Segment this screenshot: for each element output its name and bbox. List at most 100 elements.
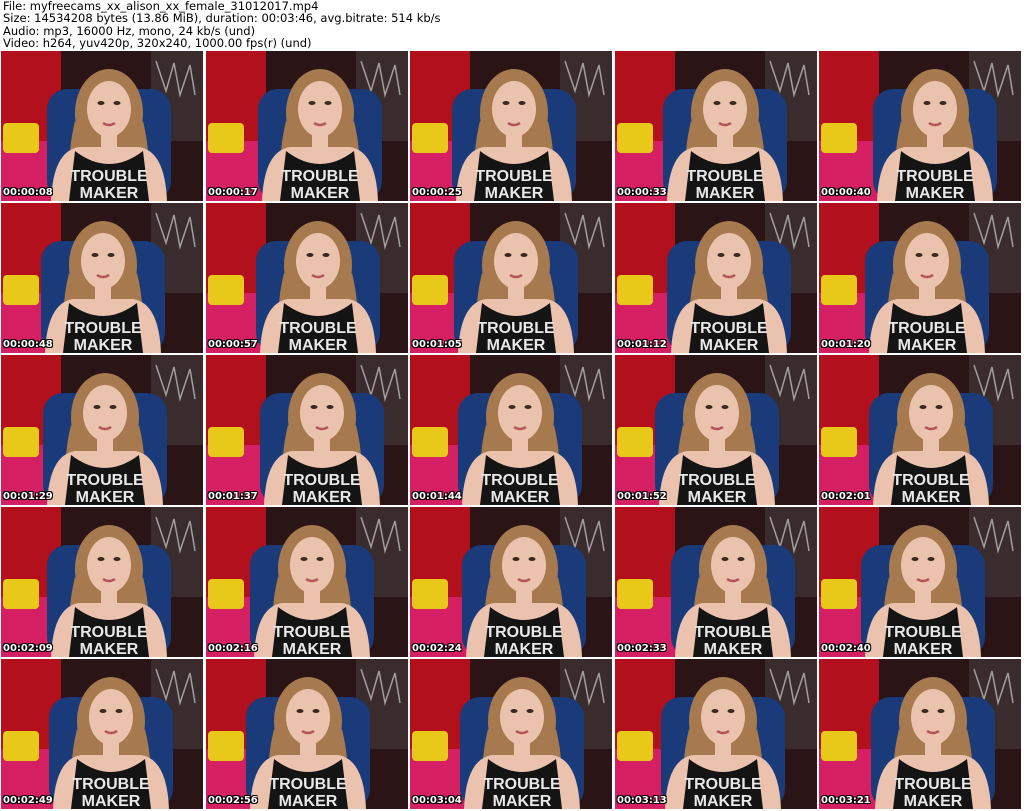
- thumbnail-timestamp: 00:01:12: [617, 339, 667, 350]
- shirt-print-line1: TROUBLE: [273, 624, 351, 641]
- thumbnail-timestamp: 00:01:29: [3, 491, 53, 502]
- frame-scene: TROUBLEMAKER: [1, 355, 203, 505]
- shirt-print-line2: MAKER: [491, 489, 550, 505]
- frame-scene: TROUBLEMAKER: [1, 51, 203, 201]
- shirt-print-line2: MAKER: [82, 793, 141, 809]
- shirt-print-line1: TROUBLE: [694, 624, 772, 641]
- shirt-print-line2: MAKER: [283, 641, 342, 657]
- video-thumbnail: TROUBLE MAKER 00:00:17: [206, 51, 408, 201]
- thumbnail-timestamp: 00:03:13: [617, 795, 667, 806]
- shirt-print-line1: TROUBLE: [690, 320, 768, 337]
- shirt-print-line2: MAKER: [704, 641, 763, 657]
- shirt-print-line2: MAKER: [694, 793, 753, 809]
- shirt-print-line1: TROUBLE: [64, 320, 142, 337]
- shirt-print-line1: TROUBLE: [896, 168, 974, 185]
- video-thumbnail: TROUBLE MAKER 00:00:48: [1, 203, 203, 353]
- shirt-print-line1: TROUBLE: [475, 168, 553, 185]
- thumbnail-timestamp: 00:00:40: [821, 187, 871, 198]
- frame-scene: TROUBLEMAKER: [410, 355, 612, 505]
- frame-scene: TROUBLEMAKER: [410, 51, 612, 201]
- shirt-print-line2: MAKER: [291, 185, 350, 201]
- frame-scene: TROUBLEMAKER: [615, 51, 817, 201]
- frame-scene: TROUBLEMAKER: [819, 659, 1021, 809]
- video-thumbnail: TROUBLE MAKER 00:02:33: [615, 507, 817, 657]
- shirt-print-line1: TROUBLE: [678, 472, 756, 489]
- thumbnail-timestamp: 00:02:40: [821, 643, 871, 654]
- shirt-print-line2: MAKER: [487, 337, 546, 353]
- frame-scene: TROUBLEMAKER: [206, 507, 408, 657]
- frame-scene: TROUBLEMAKER: [615, 203, 817, 353]
- frame-scene: TROUBLEMAKER: [615, 659, 817, 809]
- frame-scene: TROUBLEMAKER: [410, 507, 612, 657]
- video-thumbnail: TROUBLE MAKER 00:00:08: [1, 51, 203, 201]
- thumbnail-timestamp: 00:00:17: [208, 187, 258, 198]
- frame-scene: TROUBLEMAKER: [819, 51, 1021, 201]
- video-thumbnail: TROUBLE MAKER 00:01:52: [615, 355, 817, 505]
- shirt-print-line1: TROUBLE: [70, 168, 148, 185]
- frame-scene: TROUBLEMAKER: [206, 355, 408, 505]
- file-size-line: Size: 14534208 bytes (13.86 MiB), durati…: [3, 11, 441, 26]
- video-thumbnail: TROUBLE MAKER 00:03:13: [615, 659, 817, 809]
- shirt-print-line2: MAKER: [76, 489, 135, 505]
- thumbnail-timestamp: 00:01:05: [412, 339, 462, 350]
- video-thumbnail: TROUBLE MAKER 00:00:57: [206, 203, 408, 353]
- video-info-header: File: myfreecams_xx_alison_xx_female_310…: [3, 0, 1021, 50]
- frame-scene: TROUBLEMAKER: [1, 203, 203, 353]
- shirt-print-line1: TROUBLE: [888, 320, 966, 337]
- frame-scene: TROUBLEMAKER: [819, 507, 1021, 657]
- thumbnail-timestamp: 00:02:16: [208, 643, 258, 654]
- thumbnail-timestamp: 00:02:33: [617, 643, 667, 654]
- frame-scene: TROUBLEMAKER: [1, 659, 203, 809]
- thumbnail-timestamp: 00:01:37: [208, 491, 258, 502]
- frame-scene: TROUBLEMAKER: [615, 507, 817, 657]
- shirt-print-line2: MAKER: [74, 337, 133, 353]
- shirt-print-line2: MAKER: [696, 185, 755, 201]
- shirt-print-line2: MAKER: [485, 185, 544, 201]
- thumbnail-timestamp: 00:02:49: [3, 795, 53, 806]
- thumbnail-timestamp: 00:00:25: [412, 187, 462, 198]
- shirt-print-line2: MAKER: [80, 641, 139, 657]
- shirt-print-line1: TROUBLE: [481, 472, 559, 489]
- shirt-print-line2: MAKER: [80, 185, 139, 201]
- shirt-print-line2: MAKER: [289, 337, 348, 353]
- shirt-print-line1: TROUBLE: [892, 472, 970, 489]
- thumbnail-timestamp: 00:00:33: [617, 187, 667, 198]
- thumbnail-timestamp: 00:01:52: [617, 491, 667, 502]
- shirt-print-line1: TROUBLE: [70, 624, 148, 641]
- shirt-print-line2: MAKER: [495, 641, 554, 657]
- video-thumbnail: TROUBLE MAKER 00:02:56: [206, 659, 408, 809]
- shirt-print-line2: MAKER: [902, 489, 961, 505]
- thumbnail-timestamp: 00:00:48: [3, 339, 53, 350]
- video-thumbnail: TROUBLE MAKER 00:01:12: [615, 203, 817, 353]
- video-thumbnail: TROUBLE MAKER 00:02:01: [819, 355, 1021, 505]
- shirt-print-line1: TROUBLE: [894, 776, 972, 793]
- shirt-print-line2: MAKER: [898, 337, 957, 353]
- shirt-print-line1: TROUBLE: [884, 624, 962, 641]
- thumbnail-timestamp: 00:01:20: [821, 339, 871, 350]
- thumbnail-grid: TROUBLE MAKER 00:00:08 TROUBLE MAKER 00:00:17…: [0, 51, 1024, 811]
- video-thumbnail: TROUBLE MAKER 00:02:40: [819, 507, 1021, 657]
- thumbnail-timestamp: 00:00:08: [3, 187, 53, 198]
- shirt-print-line2: MAKER: [894, 641, 953, 657]
- video-thumbnail: TROUBLE MAKER 00:01:37: [206, 355, 408, 505]
- frame-scene: TROUBLEMAKER: [1, 507, 203, 657]
- shirt-print-line2: MAKER: [493, 793, 552, 809]
- thumbnail-timestamp: 00:00:57: [208, 339, 258, 350]
- thumbnail-timestamp: 00:02:56: [208, 795, 258, 806]
- shirt-print-line1: TROUBLE: [477, 320, 555, 337]
- video-info-line: Video: h264, yuv420p, 320x240, 1000.00 f…: [3, 36, 312, 51]
- video-thumbnail: TROUBLE MAKER 00:01:44: [410, 355, 612, 505]
- frame-scene: TROUBLEMAKER: [206, 203, 408, 353]
- frame-scene: TROUBLEMAKER: [410, 659, 612, 809]
- video-thumbnail: TROUBLE MAKER 00:00:33: [615, 51, 817, 201]
- shirt-print-line1: TROUBLE: [283, 472, 361, 489]
- shirt-print-line1: TROUBLE: [279, 320, 357, 337]
- thumbnail-timestamp: 00:02:09: [3, 643, 53, 654]
- shirt-print-line2: MAKER: [279, 793, 338, 809]
- video-thumbnail: TROUBLE MAKER 00:02:16: [206, 507, 408, 657]
- shirt-print-line1: TROUBLE: [72, 776, 150, 793]
- thumbnail-timestamp: 00:03:21: [821, 795, 871, 806]
- frame-scene: TROUBLEMAKER: [615, 355, 817, 505]
- shirt-print-line1: TROUBLE: [281, 168, 359, 185]
- video-thumbnail: TROUBLE MAKER 00:01:29: [1, 355, 203, 505]
